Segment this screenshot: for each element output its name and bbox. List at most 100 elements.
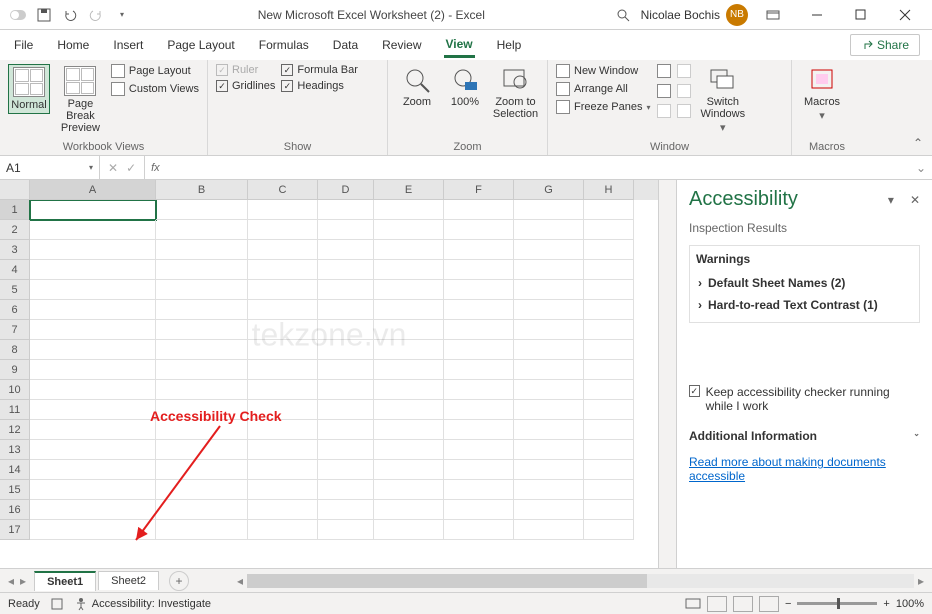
ribbon-display-icon[interactable]	[754, 1, 792, 29]
pane-close-icon[interactable]: ✕	[910, 193, 920, 207]
add-sheet-button[interactable]: +	[169, 571, 189, 591]
cell[interactable]	[156, 220, 248, 240]
cell[interactable]	[30, 260, 156, 280]
cell[interactable]	[156, 420, 248, 440]
cell[interactable]	[584, 260, 634, 280]
cell[interactable]	[584, 520, 634, 540]
sheet-tab[interactable]: Sheet1	[34, 571, 96, 591]
page-layout-button[interactable]: Page Layout	[111, 64, 199, 78]
cell[interactable]	[374, 520, 444, 540]
freeze-panes-button[interactable]: Freeze Panes ▾	[556, 100, 651, 114]
column-header[interactable]: H	[584, 180, 634, 200]
cell[interactable]	[514, 480, 584, 500]
row-header[interactable]: 5	[0, 280, 30, 300]
tab-review[interactable]: Review	[380, 34, 423, 56]
cell[interactable]	[584, 200, 634, 220]
zoom-button[interactable]: Zoom	[396, 64, 438, 110]
pane-options-icon[interactable]: ▾	[888, 193, 894, 207]
zoom-to-selection-button[interactable]: Zoom to Selection	[492, 64, 539, 122]
cell[interactable]	[584, 320, 634, 340]
cell[interactable]	[514, 240, 584, 260]
search-icon[interactable]	[611, 3, 635, 27]
cell[interactable]	[514, 500, 584, 520]
cell[interactable]	[156, 360, 248, 380]
tab-help[interactable]: Help	[495, 34, 524, 56]
warning-item[interactable]: ›Hard-to-read Text Contrast (1)	[696, 294, 913, 316]
cell[interactable]	[30, 500, 156, 520]
cell[interactable]	[318, 380, 374, 400]
cell[interactable]	[156, 500, 248, 520]
macros-button[interactable]: Macros▾	[800, 64, 844, 124]
cell[interactable]	[374, 460, 444, 480]
warning-item[interactable]: ›Default Sheet Names (2)	[696, 272, 913, 294]
cell[interactable]	[374, 380, 444, 400]
cell[interactable]	[30, 240, 156, 260]
cell[interactable]	[374, 260, 444, 280]
cell[interactable]	[444, 200, 514, 220]
cell[interactable]	[30, 480, 156, 500]
cell[interactable]	[318, 200, 374, 220]
worksheet-grid[interactable]: ABCDEFGH 1234567891011121314151617 tekzo…	[0, 180, 658, 568]
cell[interactable]	[514, 380, 584, 400]
cell[interactable]	[156, 260, 248, 280]
column-header[interactable]: C	[248, 180, 318, 200]
cell[interactable]	[584, 380, 634, 400]
cell[interactable]	[318, 260, 374, 280]
column-header[interactable]: E	[374, 180, 444, 200]
cell[interactable]	[318, 340, 374, 360]
user-avatar[interactable]: NB	[726, 4, 748, 26]
row-header[interactable]: 12	[0, 420, 30, 440]
fx-label[interactable]: fx	[145, 162, 166, 174]
cell[interactable]	[374, 220, 444, 240]
row-header[interactable]: 1	[0, 200, 30, 220]
cell[interactable]	[318, 500, 374, 520]
cell[interactable]	[514, 260, 584, 280]
cell[interactable]	[374, 360, 444, 380]
cell[interactable]	[30, 420, 156, 440]
tab-formulas[interactable]: Formulas	[257, 34, 311, 56]
tab-view[interactable]: View	[444, 33, 475, 58]
cell[interactable]	[584, 460, 634, 480]
vertical-scrollbar[interactable]	[658, 180, 676, 568]
macro-record-icon[interactable]	[50, 597, 64, 611]
cell[interactable]	[318, 460, 374, 480]
page-layout-status-icon[interactable]	[733, 596, 753, 612]
formula-bar-checkbox[interactable]: ✓Formula Bar	[281, 64, 358, 76]
cell[interactable]	[374, 320, 444, 340]
cell[interactable]	[584, 340, 634, 360]
cell[interactable]	[156, 320, 248, 340]
cell[interactable]	[30, 360, 156, 380]
cell[interactable]	[374, 420, 444, 440]
cell[interactable]	[584, 220, 634, 240]
enter-formula-icon[interactable]: ✓	[126, 161, 136, 175]
cell[interactable]	[444, 260, 514, 280]
cell[interactable]	[584, 360, 634, 380]
column-header[interactable]: G	[514, 180, 584, 200]
cell[interactable]	[514, 200, 584, 220]
autosave-toggle[interactable]	[6, 3, 30, 27]
horizontal-scrollbar[interactable]: ◂ ▸	[233, 573, 928, 589]
cell[interactable]	[374, 480, 444, 500]
cell[interactable]	[514, 280, 584, 300]
read-more-link[interactable]: Read more about making documents accessi…	[677, 449, 932, 489]
cell[interactable]	[248, 380, 318, 400]
cell[interactable]	[248, 480, 318, 500]
cell[interactable]	[584, 500, 634, 520]
normal-view-button[interactable]: Normal	[8, 64, 50, 114]
row-header[interactable]: 10	[0, 380, 30, 400]
tab-insert[interactable]: Insert	[111, 34, 145, 56]
zoom-out-button[interactable]: −	[785, 598, 791, 610]
page-break-status-icon[interactable]	[759, 596, 779, 612]
additional-info-toggle[interactable]: Additional Information⌄	[677, 423, 932, 449]
cell[interactable]	[514, 520, 584, 540]
qat-customize-icon[interactable]: ▾	[110, 3, 134, 27]
view-side-by-side-button[interactable]	[677, 64, 691, 78]
close-icon[interactable]	[886, 1, 924, 29]
cell[interactable]	[248, 320, 318, 340]
cell[interactable]	[30, 300, 156, 320]
cell[interactable]	[30, 380, 156, 400]
cell[interactable]	[444, 340, 514, 360]
cell[interactable]	[514, 420, 584, 440]
cell[interactable]	[584, 240, 634, 260]
cell[interactable]	[318, 520, 374, 540]
